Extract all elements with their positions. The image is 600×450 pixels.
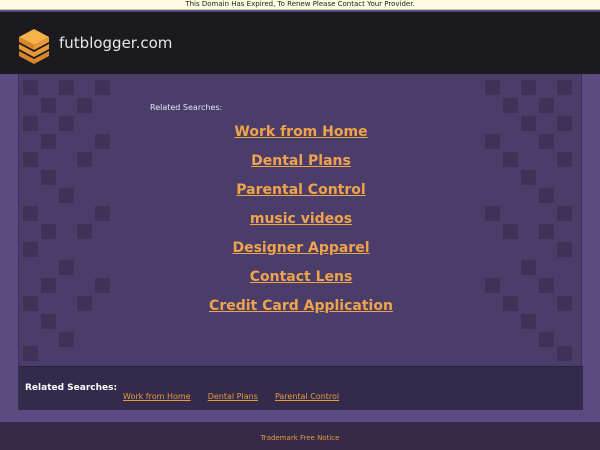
bottom-link-parental-control[interactable]: Parental Control — [275, 392, 339, 401]
related-link-dental-plans[interactable]: Dental Plans — [19, 151, 583, 180]
stacked-layers-icon — [19, 29, 49, 64]
related-link-credit-card-application[interactable]: Credit Card Application — [19, 296, 583, 325]
bottom-related-links: Work from Home Dental Plans Parental Con… — [123, 384, 351, 403]
bottom-related-label: Related Searches: — [25, 383, 118, 393]
related-link-designer-apparel[interactable]: Designer Apparel — [19, 238, 583, 267]
related-searches-title: Related Searches: — [150, 103, 223, 112]
related-link-parental-control[interactable]: Parental Control — [19, 180, 583, 209]
site-name: futblogger.com — [59, 34, 173, 52]
related-link-music-videos[interactable]: music videos — [19, 209, 583, 238]
main-panel: Related Searches: Work from Home Dental … — [18, 74, 583, 410]
related-link-contact-lens[interactable]: Contact Lens — [19, 267, 583, 296]
bottom-related-bar: Related Searches: Work from Home Dental … — [19, 366, 583, 410]
expired-notice-text: This Domain Has Expired, To Renew Please… — [185, 0, 415, 8]
related-link-work-from-home[interactable]: Work from Home — [19, 122, 583, 151]
page-footer: Trademark Free Notice — [0, 422, 600, 450]
related-links-list: Work from Home Dental Plans Parental Con… — [19, 122, 583, 325]
expired-notice-bar: This Domain Has Expired, To Renew Please… — [0, 0, 600, 10]
bottom-link-dental-plans[interactable]: Dental Plans — [208, 392, 258, 401]
site-header: futblogger.com — [0, 10, 600, 74]
bottom-link-work-from-home[interactable]: Work from Home — [123, 392, 191, 401]
trademark-notice-link[interactable]: Trademark Free Notice — [261, 434, 340, 443]
